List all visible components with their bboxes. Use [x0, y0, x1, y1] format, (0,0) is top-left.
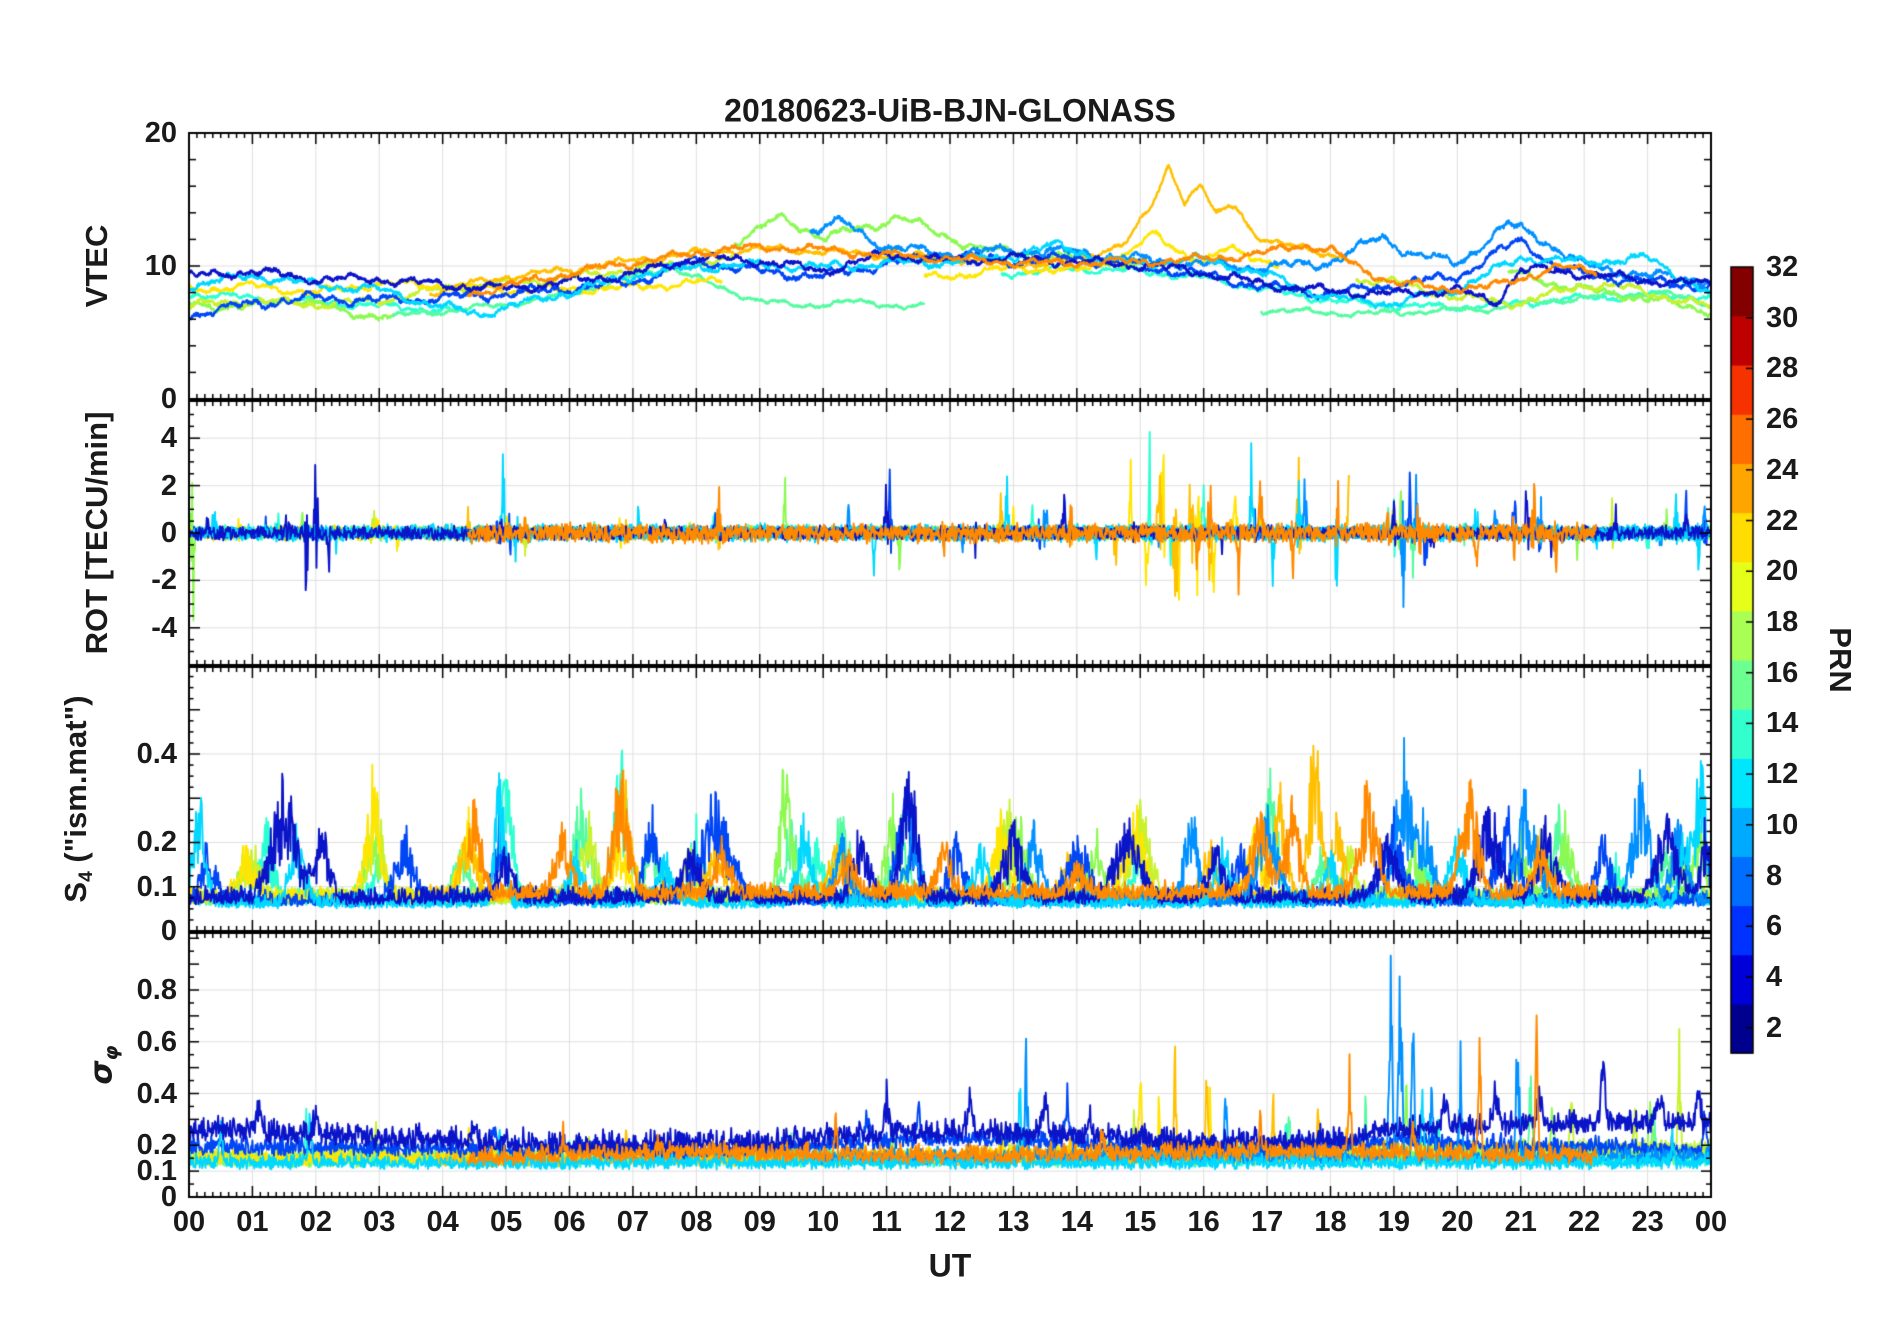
y-tick-label: 0.8 [136, 974, 177, 1006]
y-tick-label: 2 [160, 469, 177, 502]
y-tick-label: 0 [160, 915, 177, 947]
y-tick-label: 20 [144, 117, 177, 149]
plot-canvas [0, 0, 1902, 1330]
colorbar-tick-label: 24 [1766, 453, 1799, 486]
colorbar-tick-label: 28 [1766, 352, 1799, 385]
colorbar-tick-label: 10 [1766, 808, 1799, 841]
colorbar-tick-label: 4 [1766, 960, 1783, 993]
y-tick-label: 0 [160, 517, 177, 549]
axis-label-segment: ("ism.mat") [57, 695, 93, 872]
colorbar-tick-label: 20 [1766, 555, 1799, 588]
y-tick-label: 0.2 [136, 1129, 177, 1162]
y-tick-label: 0.2 [136, 826, 177, 859]
y-tick-label: 0.6 [136, 1025, 177, 1058]
y-tick-label: 0.1 [136, 870, 177, 903]
y-tick-label: 0.4 [136, 737, 177, 770]
y-tick-label: 0 [160, 383, 177, 415]
y-tick-label: -4 [151, 611, 177, 644]
colorbar-tick-label: 2 [1766, 1011, 1783, 1044]
y-tick-label: -2 [151, 564, 177, 597]
glonass-scintillation-figure: 20180623-UiB-BJN-GLONASS VTEC ROT [TECU/… [0, 0, 1902, 1330]
colorbar-tick-label: 18 [1766, 605, 1799, 638]
y-tick-label: 0.4 [136, 1077, 177, 1110]
colorbar-tick-label: 8 [1766, 859, 1783, 892]
colorbar-tick-label: 12 [1766, 758, 1799, 791]
colorbar-tick-label: 26 [1766, 403, 1799, 436]
x-tick-label: 00 [1694, 1206, 1728, 1238]
x-axis-label: UT [928, 1247, 972, 1284]
colorbar-tick-label: 30 [1766, 301, 1799, 334]
colorbar-tick-label: 22 [1766, 504, 1799, 537]
y-tick-label: 10 [144, 250, 177, 282]
colorbar-tick-label: 32 [1766, 251, 1799, 283]
figure-title: 20180623-UiB-BJN-GLONASS [724, 92, 1176, 129]
colorbar-tick-label: 14 [1766, 707, 1799, 740]
colorbar-tick-label: 6 [1766, 910, 1783, 943]
y-tick-label: 4 [160, 422, 177, 455]
colorbar-tick-label: 16 [1766, 656, 1799, 689]
axis-label-segment: S [57, 881, 93, 903]
